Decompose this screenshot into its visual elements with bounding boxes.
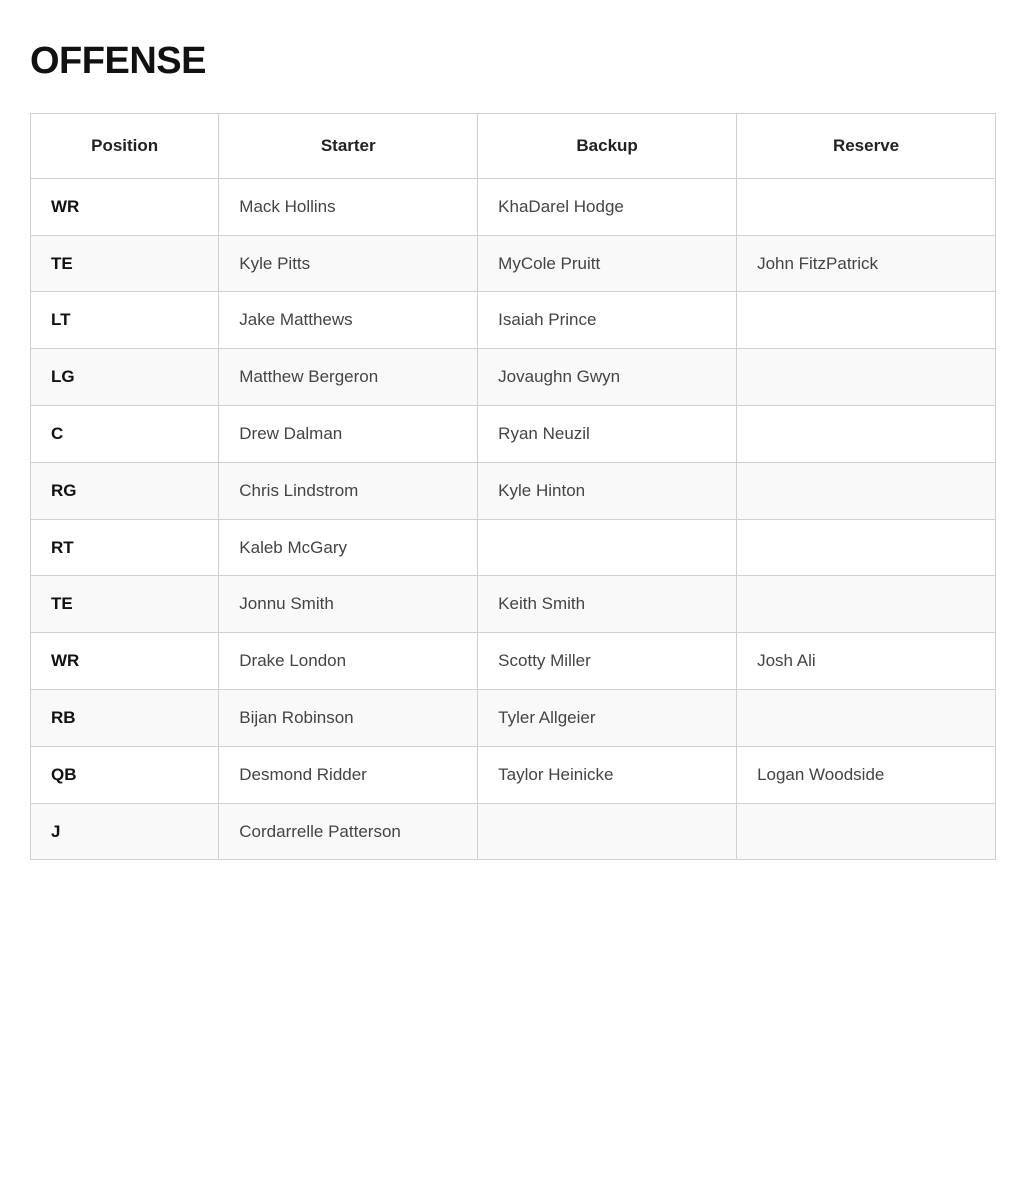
cell-backup: Jovaughn Gwyn <box>478 349 737 406</box>
cell-backup: Kyle Hinton <box>478 462 737 519</box>
cell-starter: Jake Matthews <box>219 292 478 349</box>
cell-starter: Kaleb McGary <box>219 519 478 576</box>
cell-reserve <box>737 576 996 633</box>
table-row: WRMack HollinsKhaDarel Hodge <box>31 178 996 235</box>
cell-position: J <box>31 803 219 860</box>
cell-backup: Scotty Miller <box>478 633 737 690</box>
offense-depth-chart: Position Starter Backup Reserve WRMack H… <box>30 113 996 860</box>
cell-starter: Matthew Bergeron <box>219 349 478 406</box>
cell-backup: Taylor Heinicke <box>478 746 737 803</box>
cell-reserve <box>737 689 996 746</box>
cell-starter: Chris Lindstrom <box>219 462 478 519</box>
cell-reserve <box>737 349 996 406</box>
cell-position: QB <box>31 746 219 803</box>
page-title: OFFENSE <box>30 40 996 83</box>
cell-starter: Mack Hollins <box>219 178 478 235</box>
table-row: JCordarrelle Patterson <box>31 803 996 860</box>
cell-backup: Tyler Allgeier <box>478 689 737 746</box>
cell-starter: Jonnu Smith <box>219 576 478 633</box>
header-reserve: Reserve <box>737 114 996 179</box>
table-row: TEKyle PittsMyCole PruittJohn FitzPatric… <box>31 235 996 292</box>
table-row: RGChris LindstromKyle Hinton <box>31 462 996 519</box>
cell-reserve <box>737 405 996 462</box>
cell-starter: Drake London <box>219 633 478 690</box>
cell-reserve <box>737 462 996 519</box>
table-row: RTKaleb McGary <box>31 519 996 576</box>
cell-reserve: John FitzPatrick <box>737 235 996 292</box>
cell-starter: Kyle Pitts <box>219 235 478 292</box>
cell-backup: KhaDarel Hodge <box>478 178 737 235</box>
cell-reserve: Josh Ali <box>737 633 996 690</box>
cell-backup: Keith Smith <box>478 576 737 633</box>
cell-position: LG <box>31 349 219 406</box>
table-row: QBDesmond RidderTaylor HeinickeLogan Woo… <box>31 746 996 803</box>
table-row: WRDrake LondonScotty MillerJosh Ali <box>31 633 996 690</box>
table-row: CDrew DalmanRyan Neuzil <box>31 405 996 462</box>
cell-position: TE <box>31 235 219 292</box>
header-starter: Starter <box>219 114 478 179</box>
cell-position: TE <box>31 576 219 633</box>
cell-reserve: Logan Woodside <box>737 746 996 803</box>
table-row: RBBijan RobinsonTyler Allgeier <box>31 689 996 746</box>
cell-reserve <box>737 803 996 860</box>
table-row: LGMatthew BergeronJovaughn Gwyn <box>31 349 996 406</box>
table-row: TEJonnu SmithKeith Smith <box>31 576 996 633</box>
cell-reserve <box>737 519 996 576</box>
cell-position: LT <box>31 292 219 349</box>
cell-reserve <box>737 178 996 235</box>
cell-starter: Cordarrelle Patterson <box>219 803 478 860</box>
header-backup: Backup <box>478 114 737 179</box>
table-row: LTJake MatthewsIsaiah Prince <box>31 292 996 349</box>
cell-position: RT <box>31 519 219 576</box>
cell-backup: Isaiah Prince <box>478 292 737 349</box>
cell-reserve <box>737 292 996 349</box>
cell-starter: Desmond Ridder <box>219 746 478 803</box>
cell-starter: Bijan Robinson <box>219 689 478 746</box>
cell-backup: MyCole Pruitt <box>478 235 737 292</box>
cell-position: C <box>31 405 219 462</box>
cell-position: RB <box>31 689 219 746</box>
cell-position: RG <box>31 462 219 519</box>
table-header-row: Position Starter Backup Reserve <box>31 114 996 179</box>
cell-backup <box>478 803 737 860</box>
cell-starter: Drew Dalman <box>219 405 478 462</box>
header-position: Position <box>31 114 219 179</box>
cell-position: WR <box>31 178 219 235</box>
cell-backup <box>478 519 737 576</box>
cell-position: WR <box>31 633 219 690</box>
cell-backup: Ryan Neuzil <box>478 405 737 462</box>
